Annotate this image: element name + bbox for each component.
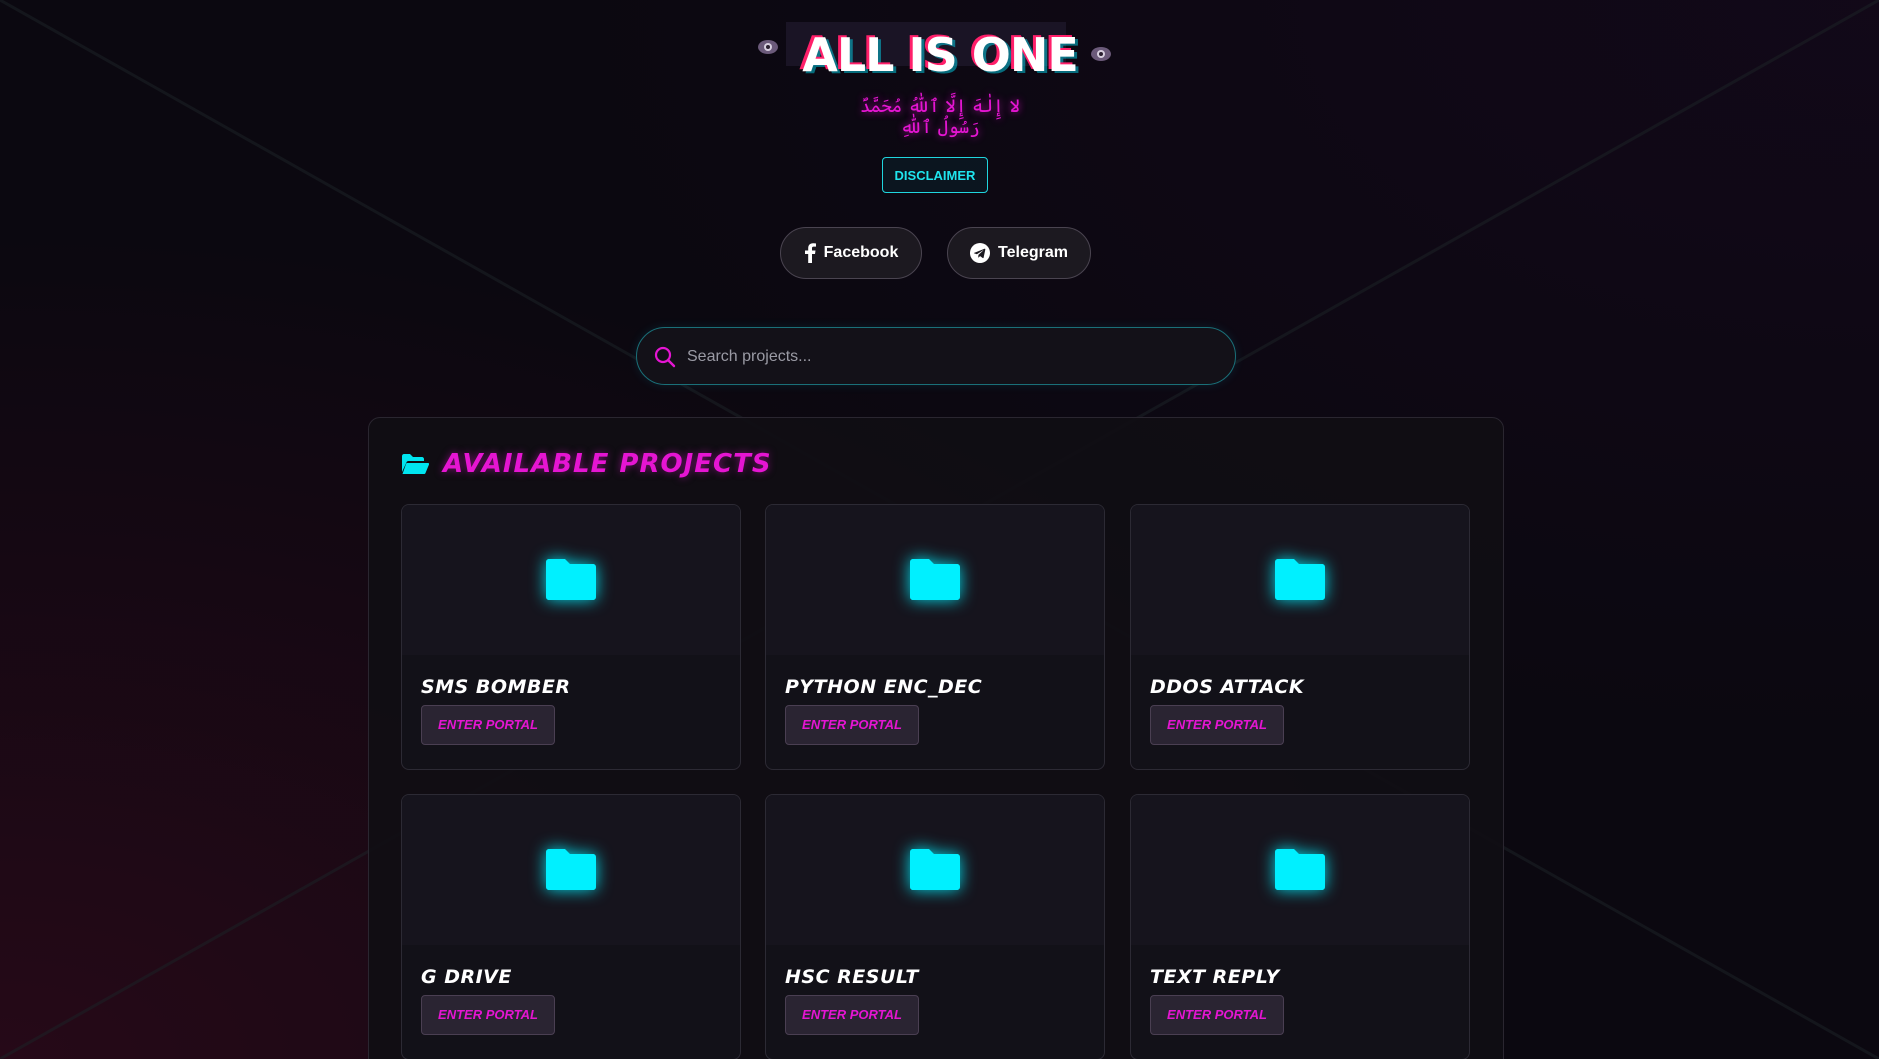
- facebook-label: Facebook: [823, 244, 899, 261]
- enter-portal-button[interactable]: ENTER PORTAL: [1150, 995, 1284, 1035]
- project-card: G DRIVE ENTER PORTAL: [401, 794, 741, 1059]
- project-name: TEXT REPLY: [1150, 966, 1280, 988]
- folder-icon: [1275, 849, 1325, 890]
- telegram-button[interactable]: Telegram: [947, 227, 1091, 279]
- project-name: G DRIVE: [421, 966, 512, 988]
- project-name: HSC RESULT: [785, 966, 919, 988]
- enter-portal-button[interactable]: ENTER PORTAL: [421, 995, 555, 1035]
- folder-icon: [1275, 559, 1325, 600]
- folder-icon: [546, 849, 596, 890]
- projects-title: AVAILABLE PROJECTS: [443, 449, 772, 479]
- folder-open-icon: [402, 454, 429, 474]
- enter-portal-button[interactable]: ENTER PORTAL: [1150, 705, 1284, 745]
- search-bar: [636, 327, 1236, 385]
- project-card: HSC RESULT ENTER PORTAL: [765, 794, 1105, 1059]
- projects-heading: AVAILABLE PROJECTS: [401, 448, 772, 480]
- search-input[interactable]: [685, 336, 1219, 378]
- site-title: ALL IS ONE: [802, 28, 1079, 82]
- project-name: DDOS ATTACK: [1150, 676, 1305, 698]
- enter-portal-button[interactable]: ENTER PORTAL: [785, 705, 919, 745]
- projects-panel: AVAILABLE PROJECTS SMS BOMBER ENTER PORT…: [368, 417, 1504, 1059]
- project-name: PYTHON ENC_DEC: [785, 676, 983, 698]
- title-block: ALL IS ONE: [760, 22, 1120, 82]
- folder-icon: [910, 559, 960, 600]
- telegram-label: Telegram: [998, 244, 1068, 261]
- subtitle: لا إِلٰهَ إِلَّا ٱللّٰهُ مُحَمَّدٌ رَسُو…: [860, 96, 1020, 138]
- telegram-icon: [970, 243, 991, 263]
- disclaimer-button[interactable]: DISCLAIMER: [882, 157, 988, 193]
- project-name: SMS BOMBER: [421, 676, 571, 698]
- project-card: DDOS ATTACK ENTER PORTAL: [1130, 504, 1470, 770]
- facebook-icon: [804, 243, 816, 263]
- search-icon: [654, 346, 676, 368]
- enter-portal-button[interactable]: ENTER PORTAL: [785, 995, 919, 1035]
- enter-portal-button[interactable]: ENTER PORTAL: [421, 705, 555, 745]
- page: ALL IS ONE لا إِلٰهَ إِلَّا ٱللّٰهُ مُحَ…: [0, 0, 1879, 1059]
- project-card: PYTHON ENC_DEC ENTER PORTAL: [765, 504, 1105, 770]
- project-card: SMS BOMBER ENTER PORTAL: [401, 504, 741, 770]
- facebook-button[interactable]: Facebook: [780, 227, 922, 279]
- project-card: TEXT REPLY ENTER PORTAL: [1130, 794, 1470, 1059]
- folder-icon: [910, 849, 960, 890]
- folder-icon: [546, 559, 596, 600]
